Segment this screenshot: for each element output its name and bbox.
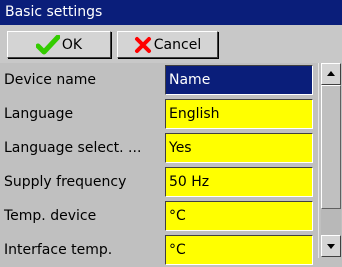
scroll-up-button[interactable] xyxy=(321,63,341,85)
ok-button[interactable]: OK xyxy=(7,31,111,58)
setting-label: Language select. ... xyxy=(4,140,142,156)
cancel-label: Cancel xyxy=(153,36,202,53)
scrollbar-thumb[interactable] xyxy=(321,85,341,209)
setting-row-language-select[interactable]: Language select. ... Yes xyxy=(0,131,318,165)
x-mark-icon xyxy=(134,36,152,54)
ok-label: OK xyxy=(61,36,83,53)
interface-temp-field[interactable]: °C xyxy=(165,235,313,265)
setting-row-temp-device[interactable]: Temp. device °C xyxy=(0,199,318,233)
scrollbar-track[interactable] xyxy=(321,209,341,235)
temp-device-field[interactable]: °C xyxy=(165,201,313,231)
checkmark-icon xyxy=(35,34,60,55)
setting-label: Interface temp. xyxy=(4,242,113,258)
vertical-scrollbar[interactable] xyxy=(318,63,342,258)
setting-row-language[interactable]: Language English xyxy=(0,97,318,131)
arrow-down-icon xyxy=(327,244,335,249)
setting-row-supply-frequency[interactable]: Supply frequency 50 Hz xyxy=(0,165,318,199)
setting-label: Supply frequency xyxy=(4,174,127,190)
scroll-down-button[interactable] xyxy=(321,235,341,257)
window-title: Basic settings xyxy=(0,0,342,25)
language-select-field[interactable]: Yes xyxy=(165,133,313,163)
supply-frequency-field[interactable]: 50 Hz xyxy=(165,167,313,197)
cancel-button[interactable]: Cancel xyxy=(117,31,218,58)
device-name-field[interactable]: Name xyxy=(165,65,313,95)
setting-label: Device name xyxy=(4,72,97,88)
setting-row-device-name[interactable]: Device name Name xyxy=(0,63,318,97)
setting-label: Language xyxy=(4,106,74,122)
setting-label: Temp. device xyxy=(4,208,97,224)
toolbar: OK Cancel xyxy=(0,25,342,63)
arrow-up-icon xyxy=(327,71,335,76)
language-field[interactable]: English xyxy=(165,99,313,129)
setting-row-interface-temp[interactable]: Interface temp. °C xyxy=(0,233,318,267)
settings-list: Device name Name Language English Langua… xyxy=(0,63,318,265)
